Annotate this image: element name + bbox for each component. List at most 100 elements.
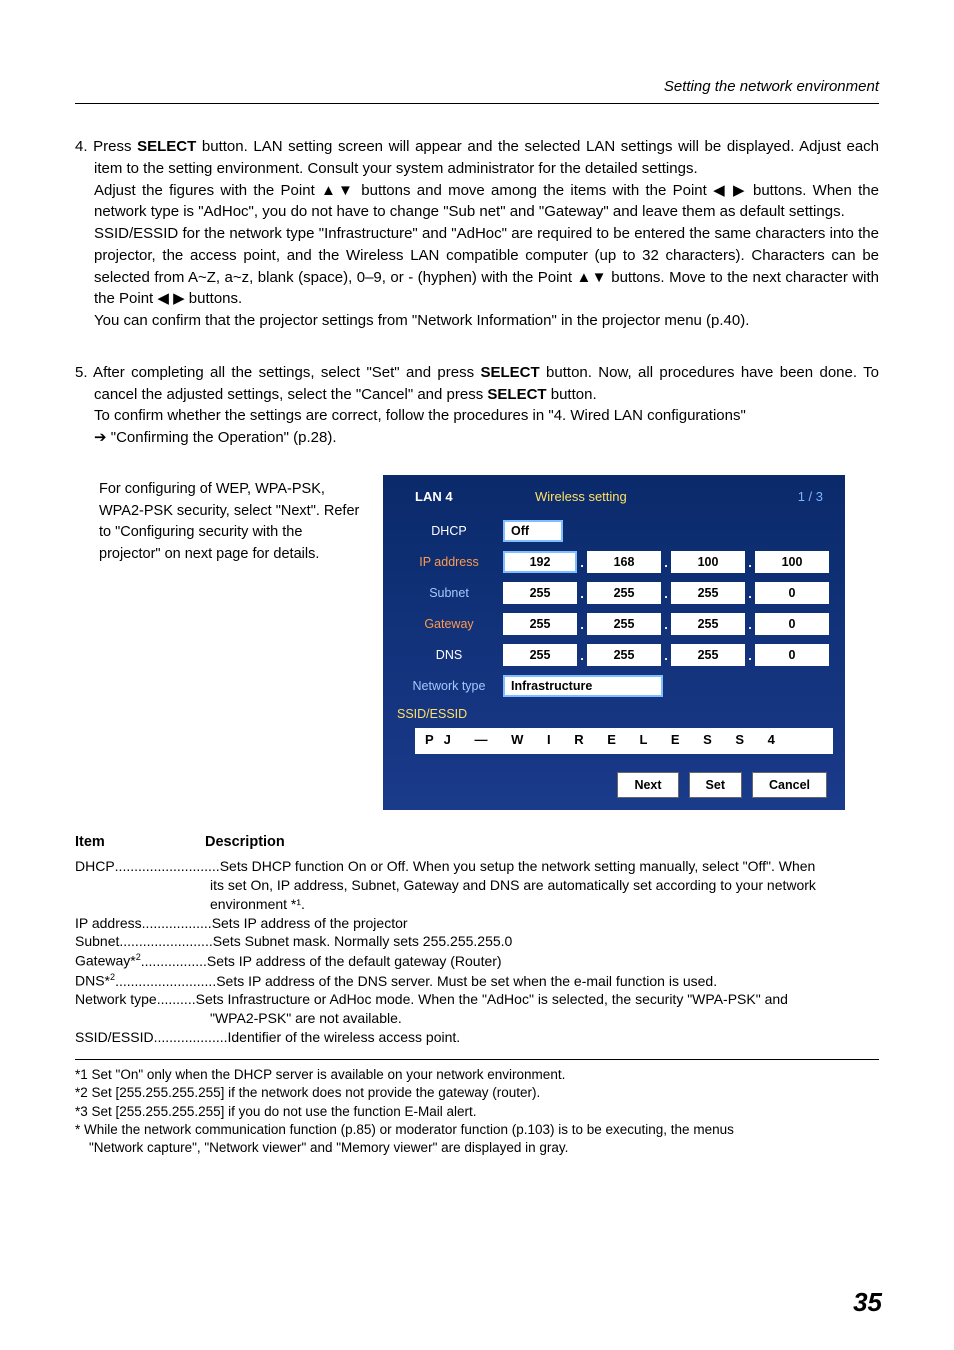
footnote-4a: * While the network communication functi… [75,1121,879,1139]
ip-label: IP address [395,553,503,571]
gateway-octet-4[interactable]: 0 [755,613,829,635]
item-description: Sets DHCP function On or Off. When you s… [220,857,879,876]
leader-dots: .................. [142,914,212,933]
page-indicator: 1 / 3 [798,488,823,507]
step4-prefix: 4. Press [75,138,137,155]
step5-c: button. [547,386,597,403]
triangle-left-right-icon: ◀ ▶ [157,290,184,307]
side-screen-block: For configuring of WEP, WPA-PSK, WPA2-PS… [75,475,879,810]
gateway-octet-1[interactable]: 255 [503,613,577,635]
ip-octets: 192. 168. 100. 100 [503,551,829,573]
dhcp-value[interactable]: Off [503,520,563,542]
ip-octet-1[interactable]: 192 [503,551,577,573]
subnet-octet-4[interactable]: 0 [755,582,829,604]
step4-p3c: buttons. [185,290,243,307]
dns-octet-4[interactable]: 0 [755,644,829,666]
side-note: For configuring of WEP, WPA-PSK, WPA2-PS… [75,475,365,566]
screen-button-row: Next Set Cancel [395,772,833,798]
dhcp-label: DHCP [395,522,503,540]
gateway-octets: 255. 255. 255. 0 [503,613,829,635]
item-description: Sets IP address of the DNS server. Must … [216,972,879,991]
wireless-title: Wireless setting [535,488,627,507]
ssid-label: SSID/ESSID [395,705,503,723]
item-description: Sets IP address of the projector [212,914,879,933]
item-name: Gateway*2 [75,951,141,971]
footnote-2: *2 Set [255.255.255.255] if the network … [75,1084,879,1102]
item-description-cont: environment *¹. [75,895,879,914]
leader-dots: ........................ [119,932,212,951]
gateway-octet-2[interactable]: 255 [587,613,661,635]
dns-octets: 255. 255. 255. 0 [503,644,829,666]
step5-line3-rest: "Confirming the Operation" (p.28). [107,429,337,446]
triangle-up-down-icon: ▲▼ [321,182,355,199]
next-button[interactable]: Next [617,772,678,798]
item-name: DHCP [75,857,115,876]
dns-octet-3[interactable]: 255 [671,644,745,666]
lan-title: LAN 4 [415,488,453,507]
ssid-value[interactable]: PJ — W I R E L E S S 4 [415,728,833,754]
gateway-label: Gateway [395,615,503,633]
step-4: 4. Press SELECT button. LAN setting scre… [75,136,879,332]
item-description-cont: "WPA2-PSK" are not available. [75,1009,879,1028]
leader-dots: ................. [141,952,207,971]
step5-line2: To confirm whether the settings are corr… [94,407,746,424]
table-row: DNS*2..........................Sets IP a… [75,971,879,991]
step4-select-bold: SELECT [137,138,196,155]
table-row: Gateway*2.................Sets IP addres… [75,951,879,971]
ip-octet-4[interactable]: 100 [755,551,829,573]
triangle-up-down-icon: ▲▼ [576,269,606,286]
item-description: Sets Subnet mask. Normally sets 255.255.… [213,932,879,951]
step4-rest: button. LAN setting screen will appear a… [94,138,879,177]
table-row: Network type ..........Sets Infrastructu… [75,990,879,1009]
footnote-3: *3 Set [255.255.255.255] if you do not u… [75,1103,879,1121]
item-name: DNS*2 [75,971,115,991]
subnet-octets: 255. 255. 255. 0 [503,582,829,604]
page-number: 35 [853,1284,882,1322]
wireless-setting-screen: LAN 4 Wireless setting 1 / 3 DHCP Off IP… [383,475,845,810]
footnotes: *1 Set "On" only when the DHCP server is… [75,1059,879,1157]
step-5: 5. After completing all the settings, se… [75,362,879,449]
item-name: IP address [75,914,142,933]
ip-octet-3[interactable]: 100 [671,551,745,573]
item-name: SSID/ESSID [75,1028,154,1047]
table-row: SSID/ESSID...................Identifier … [75,1028,879,1047]
ip-octet-2[interactable]: 168 [587,551,661,573]
table-header-item: Item [75,832,205,853]
item-name: Subnet [75,932,119,951]
item-description: Identifier of the wireless access point. [228,1028,880,1047]
settings-table: Item Description DHCP...................… [75,832,879,1047]
table-header-desc: Description [205,832,879,853]
table-row: DHCP...........................Sets DHCP… [75,857,879,876]
cancel-button[interactable]: Cancel [752,772,827,798]
footnote-1: *1 Set "On" only when the DHCP server is… [75,1066,879,1084]
leader-dots: ........................... [115,857,220,876]
dns-octet-2[interactable]: 255 [587,644,661,666]
gateway-octet-3[interactable]: 255 [671,613,745,635]
nettype-value[interactable]: Infrastructure [503,675,663,697]
triangle-left-right-icon: ◀ ▶ [713,182,747,199]
subnet-octet-3[interactable]: 255 [671,582,745,604]
subnet-octet-1[interactable]: 255 [503,582,577,604]
leader-dots: .......................... [115,972,216,991]
footnote-4b: "Network capture", "Network viewer" and … [75,1139,879,1157]
leader-dots: .......... [157,990,196,1009]
step4-p2a: Adjust the figures with the Point [94,182,321,199]
step5-select-2: SELECT [487,386,546,403]
subnet-label: Subnet [395,584,503,602]
step5-a: 5. After completing all the settings, se… [75,364,480,381]
table-row-continuation: "WPA2-PSK" are not available. [75,1009,879,1028]
nettype-label: Network type [395,677,503,695]
header-section-title: Setting the network environment [664,76,879,98]
step4-p4: You can confirm that the projector setti… [94,312,749,329]
step4-p2b: buttons and move among the items with th… [355,182,713,199]
dns-label: DNS [395,646,503,664]
table-row: Subnet........................Sets Subne… [75,932,879,951]
dns-octet-1[interactable]: 255 [503,644,577,666]
subnet-octet-2[interactable]: 255 [587,582,661,604]
table-row: IP address ..................Sets IP add… [75,914,879,933]
arrow-right-icon: ➔ [94,429,107,446]
set-button[interactable]: Set [689,772,742,798]
leader-dots: ................... [154,1028,228,1047]
item-description-cont: its set On, IP address, Subnet, Gateway … [75,876,879,895]
item-name: Network type [75,990,157,1009]
